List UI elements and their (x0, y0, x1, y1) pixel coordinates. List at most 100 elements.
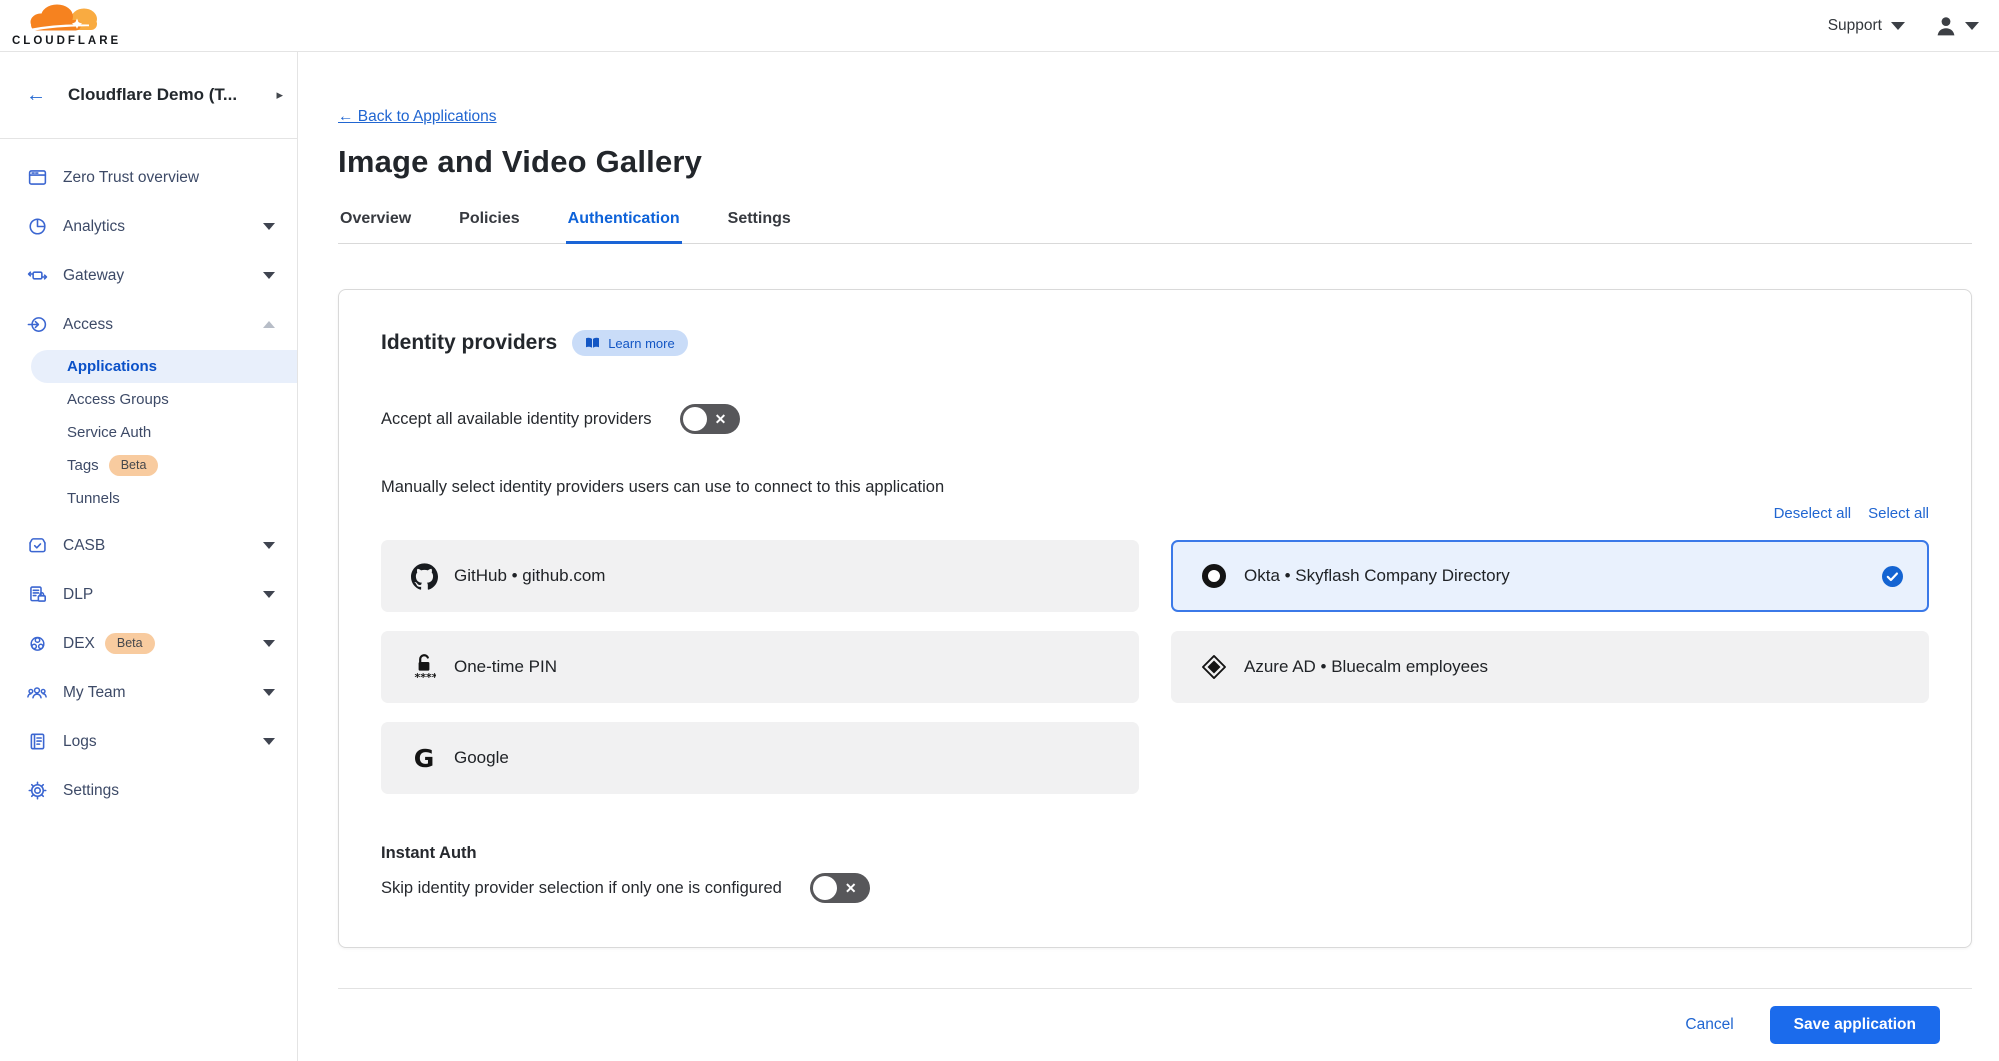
sidebar-item-access-groups[interactable]: Access Groups (0, 383, 297, 416)
gateway-icon (26, 265, 48, 287)
document-lock-icon (26, 584, 48, 606)
sidebar-item-gateway[interactable]: Gateway (0, 251, 297, 300)
manual-select-hint: Manually select identity providers users… (381, 478, 1929, 497)
accept-all-label: Accept all available identity providers (381, 410, 652, 429)
sidebar-item-label: Analytics (63, 218, 125, 236)
sidebar-item-access[interactable]: Access (0, 300, 297, 349)
chevron-down-icon[interactable] (263, 272, 275, 279)
sidebar-item-label: Zero Trust overview (63, 169, 199, 187)
provider-tile-one-time-pin[interactable]: **** One-time PIN (381, 631, 1139, 703)
chevron-up-icon[interactable] (263, 321, 275, 328)
sidebar-item-label: Gateway (63, 267, 124, 285)
sidebar-nav: Zero Trust overview Analytics Gateway (0, 139, 297, 815)
sidebar-item-label: Logs (63, 733, 97, 751)
sidebar-item-logs[interactable]: Logs (0, 717, 297, 766)
google-icon: G (407, 744, 441, 773)
provider-tile-github[interactable]: GitHub • github.com (381, 540, 1139, 612)
instant-auth-heading: Instant Auth (381, 844, 1929, 863)
gear-icon (26, 780, 48, 802)
page-title: Image and Video Gallery (338, 144, 1972, 180)
chevron-down-icon[interactable] (263, 640, 275, 647)
select-all-link[interactable]: Select all (1868, 505, 1929, 522)
cloudflare-logo[interactable]: CLOUDFLARE (10, 4, 121, 48)
access-icon (26, 314, 48, 336)
sidebar-account-header: ← Cloudflare Demo (T... ▸ (0, 52, 297, 139)
beta-badge: Beta (105, 633, 155, 654)
provider-tile-okta[interactable]: Okta • Skyflash Company Directory (1171, 540, 1929, 612)
provider-tile-azure-ad[interactable]: Azure AD • Bluecalm employees (1171, 631, 1929, 703)
logs-icon (26, 731, 48, 753)
sidebar-item-service-auth[interactable]: Service Auth (0, 416, 297, 449)
pie-chart-icon (26, 216, 48, 238)
chevron-down-icon[interactable] (263, 738, 275, 745)
tab-bar: Overview Policies Authentication Setting… (338, 210, 1972, 244)
sidebar-item-tags[interactable]: Tags Beta (0, 449, 297, 482)
cloudflare-cloud-icon (17, 4, 117, 38)
sidebar-item-label: Settings (63, 782, 119, 800)
sidebar-item-label: Service Auth (67, 424, 151, 441)
accept-all-toggle[interactable]: ✕ (680, 404, 740, 434)
provider-name: GitHub • github.com (454, 566, 1113, 586)
instant-auth-toggle[interactable]: ✕ (810, 873, 870, 903)
expand-caret-icon[interactable]: ▸ (276, 87, 283, 103)
provider-grid: GitHub • github.com Okta • Skyflash Comp… (381, 540, 1929, 794)
selected-check-icon (1882, 566, 1903, 587)
sidebar-item-analytics[interactable]: Analytics (0, 202, 297, 251)
sidebar-item-label: Tags (67, 457, 99, 474)
window-icon (26, 167, 48, 189)
tab-overview[interactable]: Overview (338, 210, 413, 244)
team-icon (26, 682, 48, 704)
identity-providers-card: Identity providers Learn more Accept all… (338, 289, 1972, 948)
toggle-knob (813, 876, 837, 900)
sidebar-item-dex[interactable]: DEX Beta (0, 619, 297, 668)
chevron-down-icon (1891, 22, 1905, 30)
account-menu[interactable] (1935, 16, 1979, 36)
brand-wordmark: CLOUDFLARE (12, 36, 121, 48)
card-title: Identity providers (381, 331, 557, 355)
chevron-down-icon[interactable] (263, 542, 275, 549)
sidebar: ← Cloudflare Demo (T... ▸ Zero Trust ove… (0, 52, 298, 1061)
chevron-down-icon[interactable] (263, 223, 275, 230)
okta-icon (1197, 564, 1231, 588)
sidebar-item-casb[interactable]: CASB (0, 521, 297, 570)
chevron-down-icon[interactable] (263, 591, 275, 598)
user-icon (1935, 16, 1957, 36)
tab-policies[interactable]: Policies (457, 210, 521, 244)
top-bar: CLOUDFLARE Support (0, 0, 1999, 52)
deselect-all-link[interactable]: Deselect all (1774, 505, 1852, 522)
sidebar-item-dlp[interactable]: DLP (0, 570, 297, 619)
skip-selection-label: Skip identity provider selection if only… (381, 879, 782, 898)
one-time-pin-icon: **** (407, 653, 441, 682)
support-label: Support (1828, 17, 1882, 35)
learn-more-button[interactable]: Learn more (572, 330, 687, 356)
cancel-button[interactable]: Cancel (1685, 1016, 1733, 1034)
provider-tile-google[interactable]: G Google (381, 722, 1139, 794)
sidebar-item-applications[interactable]: Applications (31, 350, 297, 383)
sidebar-item-label: Access Groups (67, 391, 169, 408)
tab-authentication[interactable]: Authentication (566, 210, 682, 244)
sidebar-item-tunnels[interactable]: Tunnels (0, 482, 297, 515)
support-menu[interactable]: Support (1828, 17, 1905, 35)
back-arrow-icon[interactable]: ← (26, 84, 46, 107)
sidebar-item-zero-trust-overview[interactable]: Zero Trust overview (0, 153, 297, 202)
svg-text:****: **** (415, 671, 437, 682)
book-icon (585, 337, 600, 349)
casb-icon (26, 535, 48, 557)
sidebar-item-my-team[interactable]: My Team (0, 668, 297, 717)
azure-ad-icon (1197, 654, 1231, 680)
provider-name: Azure AD • Bluecalm employees (1244, 657, 1903, 677)
chevron-down-icon (1965, 22, 1979, 30)
provider-name: One-time PIN (454, 657, 1113, 677)
sidebar-item-settings[interactable]: Settings (0, 766, 297, 815)
sidebar-item-label: DLP (63, 586, 93, 604)
sidebar-item-label: DEX (63, 635, 95, 653)
save-application-button[interactable]: Save application (1770, 1006, 1940, 1044)
toggle-off-icon: ✕ (715, 412, 727, 426)
provider-name: Google (454, 748, 1113, 768)
back-to-applications-link[interactable]: ← Back to Applications (338, 108, 497, 126)
access-subnav: Applications Access Groups Service Auth … (0, 350, 297, 515)
tab-settings[interactable]: Settings (726, 210, 793, 244)
toggle-off-icon: ✕ (845, 881, 857, 895)
chevron-down-icon[interactable] (263, 689, 275, 696)
github-icon (407, 563, 441, 590)
